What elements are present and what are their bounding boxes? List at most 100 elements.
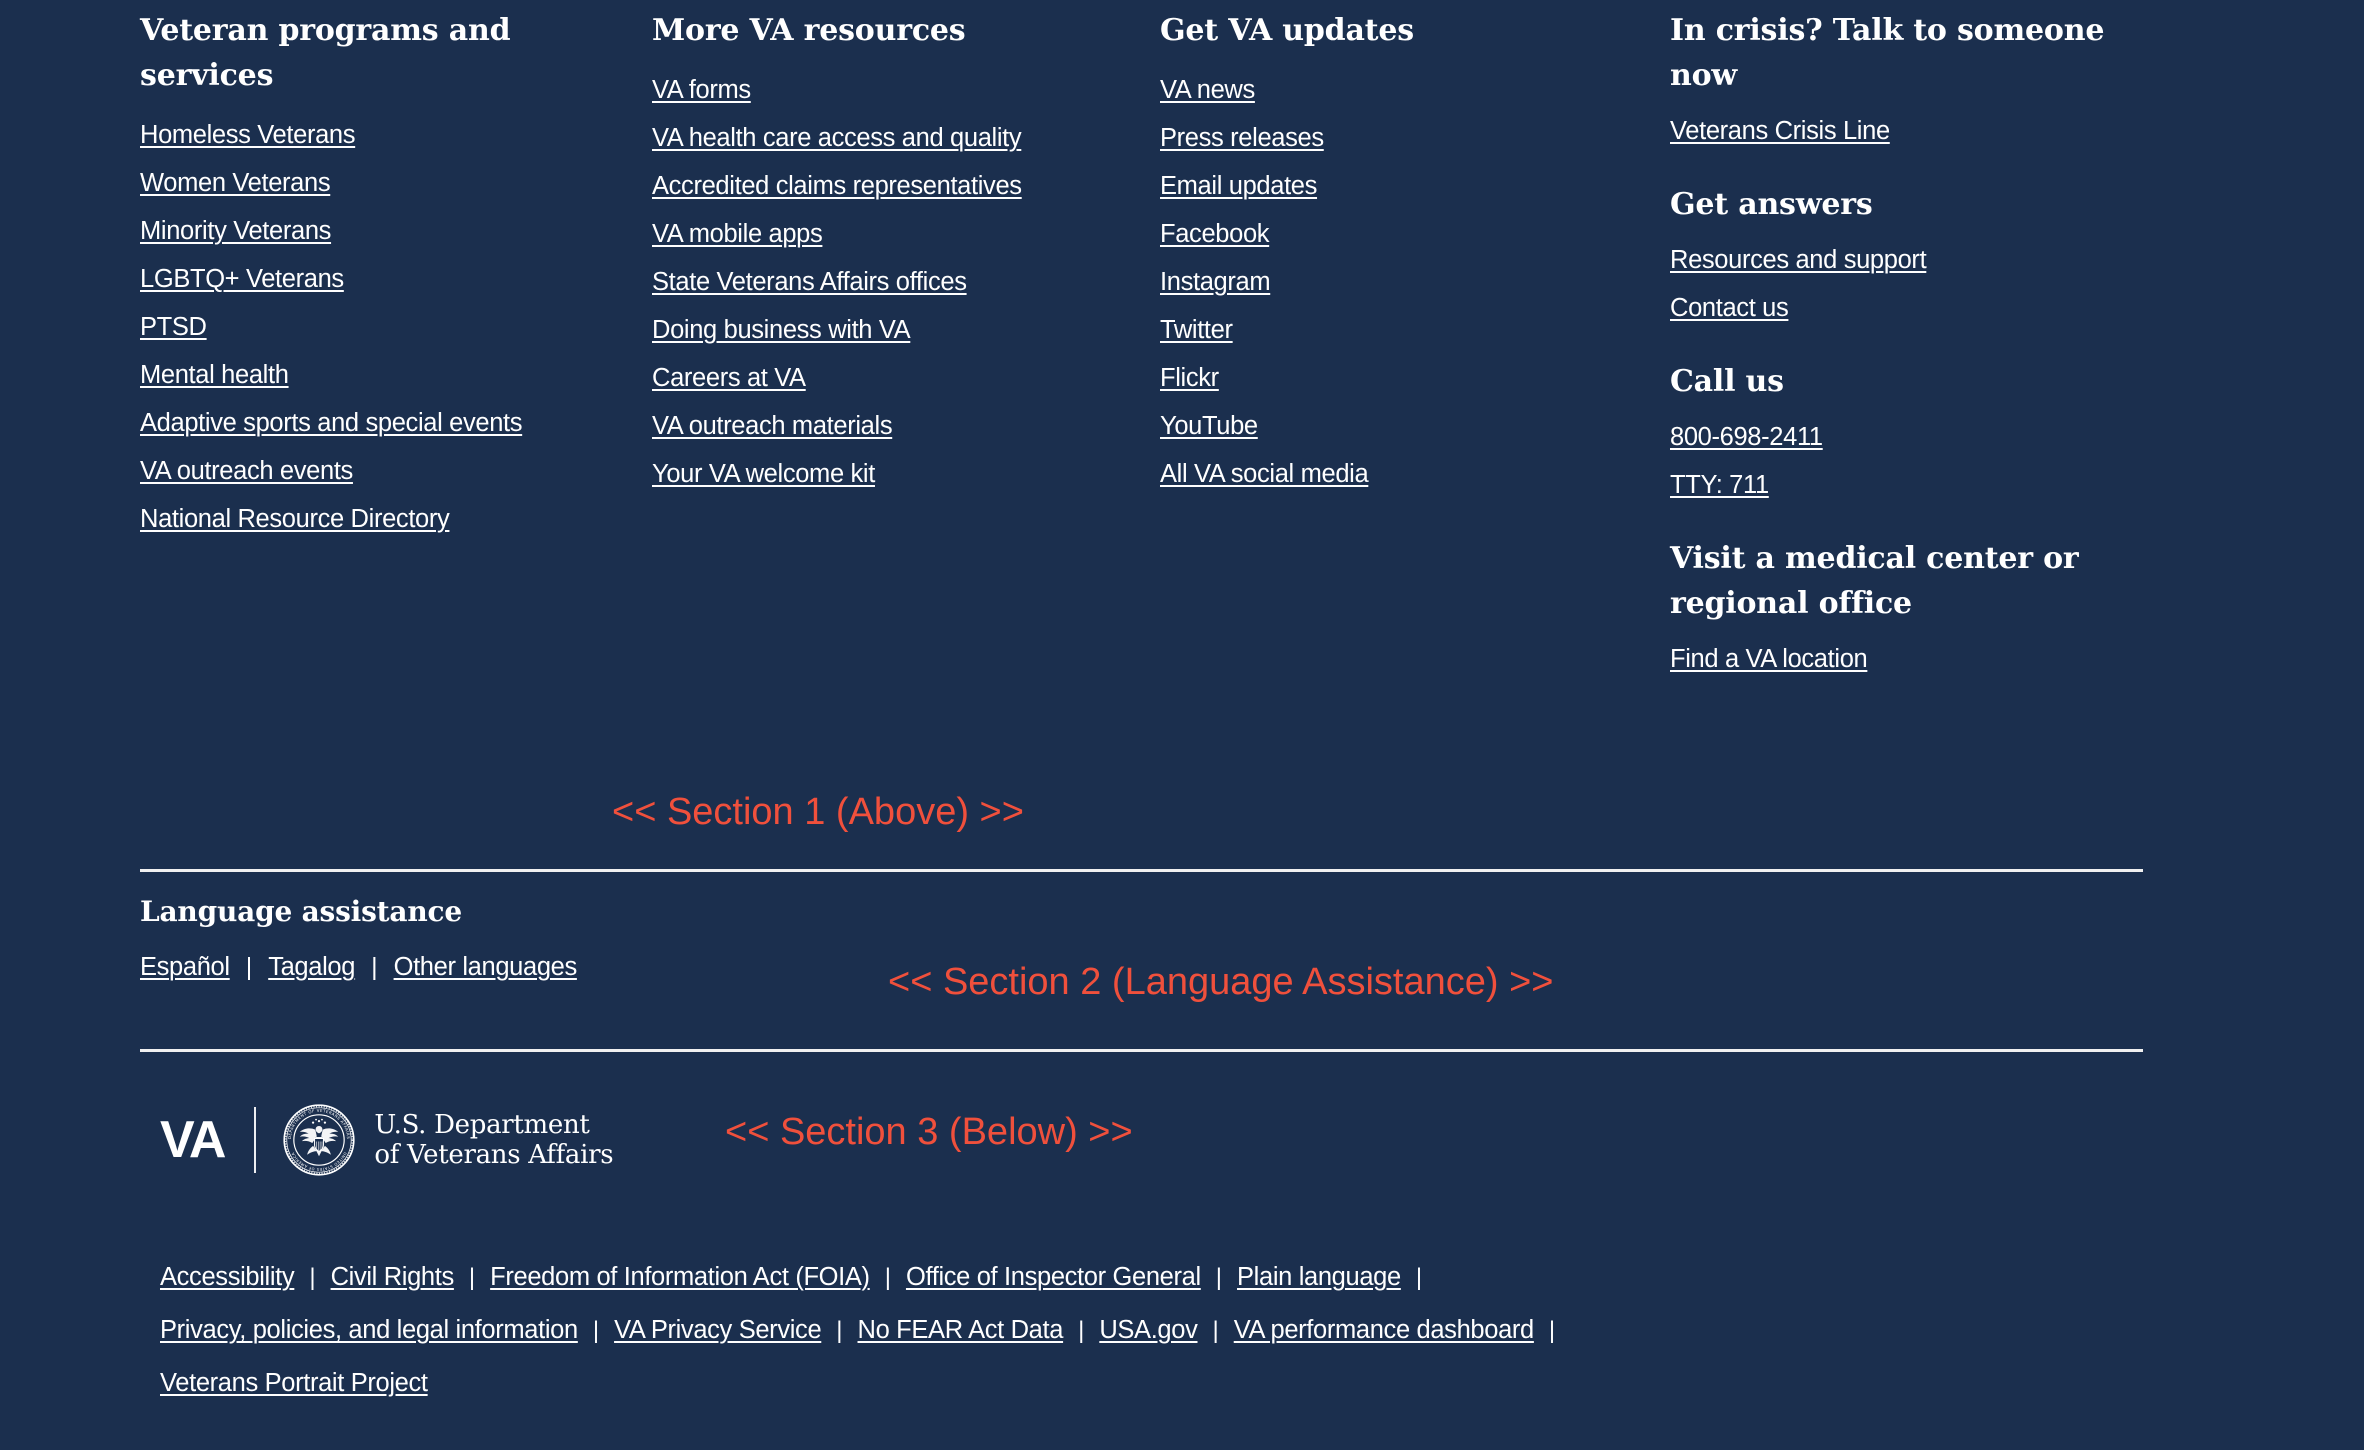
footer-bottom-links: Accessibility | Civil Rights | Freedom o…	[140, 1259, 2100, 1401]
separator: |	[1548, 1317, 1556, 1344]
link-lgbtq-veterans[interactable]: LGBTQ+ Veterans	[140, 265, 344, 293]
list-item: VA health care access and quality	[652, 123, 1160, 153]
link-va-performance-dashboard[interactable]: VA performance dashboard	[1234, 1312, 1535, 1348]
list-item: PTSD	[140, 312, 652, 342]
link-list-veteran-programs: Homeless Veterans Women Veterans Minorit…	[140, 120, 652, 534]
agency-name-line-1: U.S. Department	[374, 1110, 590, 1140]
va-logo-row: VA DEPARTMENT OF VETERANS AFFAIRS UNITED	[140, 1085, 2143, 1195]
agency-name-line-2: of Veterans Affairs	[374, 1140, 614, 1170]
list-item: Press releases	[1160, 123, 1670, 153]
link-email-updates[interactable]: Email updates	[1160, 172, 1317, 200]
link-usa-gov[interactable]: USA.gov	[1099, 1312, 1198, 1348]
list-item: YouTube	[1160, 411, 1670, 441]
list-item: Email updates	[1160, 171, 1670, 201]
list-item: Flickr	[1160, 363, 1670, 393]
list-item: Doing business with VA	[652, 315, 1160, 345]
list-item: Homeless Veterans	[140, 120, 652, 150]
link-state-veterans-affairs-offices[interactable]: State Veterans Affairs offices	[652, 268, 967, 296]
link-list-more-va-resources: VA forms VA health care access and quali…	[652, 75, 1160, 489]
link-veterans-crisis-line[interactable]: Veterans Crisis Line	[1670, 117, 1890, 145]
link-doing-business-with-va[interactable]: Doing business with VA	[652, 316, 911, 344]
column-heading-call-us: Call us	[1670, 364, 1784, 399]
link-privacy-policies-legal[interactable]: Privacy, policies, and legal information	[160, 1312, 578, 1348]
link-va-privacy-service[interactable]: VA Privacy Service	[614, 1312, 822, 1348]
separator: |	[592, 1317, 600, 1344]
separator: |	[371, 953, 378, 981]
list-item: Careers at VA	[652, 363, 1160, 393]
agency-name: U.S. Department of Veterans Affairs	[374, 1110, 613, 1170]
link-civil-rights[interactable]: Civil Rights	[331, 1259, 455, 1295]
divider-above-logo	[140, 1049, 2143, 1052]
list-item: Adaptive sports and special events	[140, 408, 652, 438]
link-accessibility[interactable]: Accessibility	[160, 1259, 295, 1295]
link-office-of-inspector-general[interactable]: Office of Inspector General	[906, 1259, 1201, 1295]
link-facebook[interactable]: Facebook	[1160, 220, 1270, 248]
link-phone-800-698-2411[interactable]: 800-698-2411	[1670, 423, 1823, 451]
link-find-a-va-location[interactable]: Find a VA location	[1670, 645, 1868, 673]
link-mental-health[interactable]: Mental health	[140, 361, 289, 389]
link-va-outreach-materials[interactable]: VA outreach materials	[652, 412, 893, 440]
footer-column-more-va-resources: More VA resources VA forms VA health car…	[652, 0, 1160, 692]
link-minority-veterans[interactable]: Minority Veterans	[140, 217, 331, 245]
link-careers-at-va[interactable]: Careers at VA	[652, 364, 806, 392]
link-tty-711[interactable]: TTY: 711	[1670, 471, 1769, 499]
link-va-forms[interactable]: VA forms	[652, 76, 751, 104]
list-item: Mental health	[140, 360, 652, 390]
link-adaptive-sports[interactable]: Adaptive sports and special events	[140, 409, 523, 437]
link-national-resource-directory[interactable]: National Resource Directory	[140, 505, 450, 533]
list-item: TTY: 711	[1670, 470, 2150, 500]
va-seal-icon: DEPARTMENT OF VETERANS AFFAIRS UNITED ST…	[282, 1103, 356, 1177]
link-youtube[interactable]: YouTube	[1160, 412, 1258, 440]
list-item: National Resource Directory	[140, 504, 652, 534]
list-item: LGBTQ+ Veterans	[140, 264, 652, 294]
link-va-health-care-access-and-quality[interactable]: VA health care access and quality	[652, 124, 1022, 152]
link-va-mobile-apps[interactable]: VA mobile apps	[652, 220, 823, 248]
separator: |	[1212, 1317, 1219, 1344]
link-foia[interactable]: Freedom of Information Act (FOIA)	[490, 1259, 870, 1295]
footer-column-veteran-programs: Veteran programs and services Homeless V…	[140, 0, 652, 692]
link-va-outreach-events[interactable]: VA outreach events	[140, 457, 353, 485]
divider-above-language-assistance	[140, 869, 2143, 872]
link-accredited-claims-representatives[interactable]: Accredited claims representatives	[652, 172, 1022, 200]
separator: |	[884, 1264, 891, 1291]
list-item: All VA social media	[1160, 459, 1670, 489]
link-homeless-veterans[interactable]: Homeless Veterans	[140, 121, 356, 149]
link-list-call-us: 800-698-2411 TTY: 711	[1670, 422, 2150, 500]
footer-column-crisis-and-contact: In crisis? Talk to someone now Veterans …	[1670, 0, 2150, 692]
link-resources-and-support[interactable]: Resources and support	[1670, 246, 1927, 274]
link-flickr[interactable]: Flickr	[1160, 364, 1219, 392]
link-women-veterans[interactable]: Women Veterans	[140, 169, 331, 197]
logo-divider-rule	[254, 1107, 257, 1173]
footer-bottom-section: VA DEPARTMENT OF VETERANS AFFAIRS UNITED	[140, 1085, 2143, 1418]
column-heading-get-answers: Get answers	[1670, 187, 1873, 222]
language-assistance-heading: Language assistance	[140, 895, 462, 928]
link-contact-us[interactable]: Contact us	[1670, 294, 1789, 322]
footer-link-columns: Veteran programs and services Homeless V…	[140, 0, 2150, 860]
annotation-section-1: << Section 1 (Above) >>	[612, 791, 1024, 833]
list-item: Accredited claims representatives	[652, 171, 1160, 201]
link-tagalog[interactable]: Tagalog	[268, 952, 355, 982]
annotation-section-3: << Section 3 (Below) >>	[725, 1111, 1133, 1153]
link-list-visit: Find a VA location	[1670, 644, 2150, 674]
link-press-releases[interactable]: Press releases	[1160, 124, 1324, 152]
list-item: 800-698-2411	[1670, 422, 2150, 452]
link-other-languages[interactable]: Other languages	[394, 952, 578, 982]
link-no-fear-act-data[interactable]: No FEAR Act Data	[858, 1312, 1064, 1348]
list-item: Facebook	[1160, 219, 1670, 249]
link-ptsd[interactable]: PTSD	[140, 313, 207, 341]
link-veterans-portrait-project[interactable]: Veterans Portrait Project	[160, 1365, 428, 1401]
list-item: VA forms	[652, 75, 1160, 105]
link-all-va-social-media[interactable]: All VA social media	[1160, 460, 1369, 488]
separator: |	[1415, 1264, 1423, 1291]
link-twitter[interactable]: Twitter	[1160, 316, 1233, 344]
link-plain-language[interactable]: Plain language	[1237, 1259, 1401, 1295]
bottom-links-row-3: Veterans Portrait Project	[160, 1365, 2100, 1401]
link-list-get-answers: Resources and support Contact us	[1670, 245, 2150, 323]
link-instagram[interactable]: Instagram	[1160, 268, 1271, 296]
separator: |	[309, 1264, 316, 1291]
link-espanol[interactable]: Español	[140, 952, 230, 982]
column-heading-in-crisis: In crisis? Talk to someone now	[1670, 13, 2105, 93]
link-your-va-welcome-kit[interactable]: Your VA welcome kit	[652, 460, 875, 488]
link-va-news[interactable]: VA news	[1160, 76, 1255, 104]
annotation-section-2: << Section 2 (Language Assistance) >>	[888, 961, 1554, 1003]
